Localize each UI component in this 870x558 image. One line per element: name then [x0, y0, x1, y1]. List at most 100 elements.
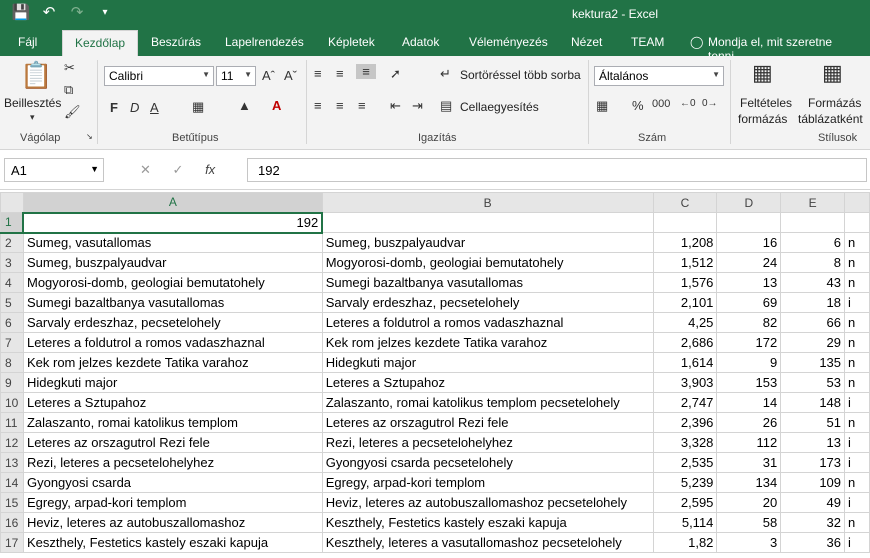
cell-e[interactable]: 6 [780, 232, 846, 253]
formula-input[interactable]: 192 [247, 158, 867, 182]
cell-a[interactable]: Heviz, leteres az autobuszallomashoz [22, 512, 323, 533]
cell-b[interactable]: Heviz, leteres az autobuszallomashoz pec… [321, 492, 654, 513]
cell-a[interactable]: Keszthely, Festetics kastely eszaki kapu… [22, 532, 323, 553]
cell-a[interactable]: Egregy, arpad-kori templom [22, 492, 323, 513]
conditional-formatting-label-1[interactable]: Feltételes [740, 96, 792, 110]
tab-data[interactable]: Adatok [402, 35, 439, 49]
cell-a[interactable]: Leteres a foldutrol a romos vadaszhaznal [22, 332, 323, 353]
cell-b[interactable]: Gyongyosi csarda pecsetelohely [321, 452, 654, 473]
cell-e[interactable]: 109 [780, 472, 846, 493]
cell-c[interactable] [652, 212, 718, 233]
cell-e[interactable]: 51 [780, 412, 846, 433]
row-header[interactable]: 9 [0, 372, 24, 393]
cell-f[interactable]: i [844, 452, 870, 473]
cell-f[interactable]: n [844, 352, 870, 373]
column-header-e[interactable]: E [780, 192, 846, 213]
cell-c[interactable]: 3,328 [652, 432, 718, 453]
cell-d[interactable]: 112 [716, 432, 782, 453]
cell-a[interactable]: Sumeg, vasutallomas [22, 232, 323, 253]
cell-c[interactable]: 2,101 [652, 292, 718, 313]
cut-icon[interactable]: ✂ [64, 60, 75, 76]
italic-button[interactable]: D [130, 100, 139, 115]
cell-d[interactable]: 9 [716, 352, 782, 373]
cell-b[interactable]: Hidegkuti major [321, 352, 654, 373]
cell-c[interactable]: 5,114 [652, 512, 718, 533]
borders-icon[interactable]: ▦ [192, 99, 204, 115]
format-as-table-label-2[interactable]: táblázatként [798, 112, 863, 126]
cell-f[interactable]: n [844, 512, 870, 533]
format-painter-icon[interactable]: 🖌 [64, 104, 81, 120]
row-header[interactable]: 16 [0, 512, 24, 533]
cell-a[interactable]: Sumegi bazaltbanya vasutallomas [22, 292, 323, 313]
cell-a[interactable]: Zalaszanto, romai katolikus templom [22, 412, 323, 433]
cell-c[interactable]: 4,25 [652, 312, 718, 333]
percent-icon[interactable]: % [632, 98, 644, 113]
font-size-select[interactable]: 11 ▼ [216, 66, 256, 86]
cell-c[interactable]: 1,576 [652, 272, 718, 293]
decrease-indent-icon[interactable]: ⇤ [390, 98, 401, 114]
cell-f[interactable]: n [844, 272, 870, 293]
cell-b[interactable]: Leteres az orszagutrol Rezi fele [321, 412, 654, 433]
cell-f[interactable]: n [844, 372, 870, 393]
format-as-table-icon[interactable]: ▦ [822, 60, 843, 86]
cell-b[interactable]: Sumegi bazaltbanya vasutallomas [321, 272, 654, 293]
row-header[interactable]: 4 [0, 272, 24, 293]
conditional-formatting-label-2[interactable]: formázás [738, 112, 787, 126]
copy-icon[interactable]: ⧉ [64, 82, 73, 98]
comma-style-icon[interactable]: 000 [652, 98, 670, 110]
cell-a[interactable]: Sumeg, buszpalyaudvar [22, 252, 323, 273]
cell-d[interactable]: 24 [716, 252, 782, 273]
cell-a[interactable]: 192 [22, 211, 324, 234]
cell-d[interactable]: 31 [716, 452, 782, 473]
tab-formulas[interactable]: Képletek [328, 35, 375, 49]
cell-f[interactable]: n [844, 232, 870, 253]
cell-f[interactable]: i [844, 392, 870, 413]
cell-e[interactable]: 32 [780, 512, 846, 533]
font-name-select[interactable]: Calibri ▼ [104, 66, 214, 86]
tab-home[interactable]: Kezdőlap [62, 30, 139, 56]
cell-c[interactable]: 3,903 [652, 372, 718, 393]
row-header[interactable]: 8 [0, 352, 24, 373]
row-header[interactable]: 3 [0, 252, 24, 273]
cell-b[interactable]: Keszthely, Festetics kastely eszaki kapu… [321, 512, 654, 533]
cell-e[interactable]: 173 [780, 452, 846, 473]
cell-d[interactable]: 58 [716, 512, 782, 533]
cell-f[interactable]: i [844, 432, 870, 453]
cell-e[interactable]: 135 [780, 352, 846, 373]
cancel-icon[interactable]: ✕ [140, 162, 151, 177]
cell-c[interactable]: 5,239 [652, 472, 718, 493]
fill-color-icon[interactable]: ▲ [238, 98, 251, 113]
cell-e[interactable]: 43 [780, 272, 846, 293]
cell-d[interactable]: 20 [716, 492, 782, 513]
format-as-table-label-1[interactable]: Formázás [808, 96, 861, 110]
align-center-icon[interactable]: ≡ [336, 98, 344, 113]
cell-d[interactable]: 14 [716, 392, 782, 413]
cell-f[interactable]: n [844, 332, 870, 353]
cell-a[interactable]: Hidegkuti major [22, 372, 323, 393]
cell-d[interactable]: 134 [716, 472, 782, 493]
cell-b[interactable]: Kek rom jelzes kezdete Tatika varahoz [321, 332, 654, 353]
increase-decimal-icon[interactable]: ←0 [680, 98, 696, 109]
cell-d[interactable]: 69 [716, 292, 782, 313]
cell-c[interactable]: 2,396 [652, 412, 718, 433]
orientation-icon[interactable]: ➚ [390, 66, 401, 82]
cell-d[interactable]: 82 [716, 312, 782, 333]
column-header-a[interactable]: A [22, 192, 323, 214]
cell-c[interactable]: 2,747 [652, 392, 718, 413]
align-top-icon[interactable]: ≡ [314, 66, 322, 81]
cell-e[interactable]: 29 [780, 332, 846, 353]
dialog-launcher-icon[interactable]: ↘ [86, 132, 93, 141]
align-middle-icon[interactable]: ≡ [336, 66, 344, 81]
column-header-d[interactable]: D [716, 192, 782, 213]
align-bottom-icon[interactable]: ≡ [356, 64, 376, 79]
cell-a[interactable]: Sarvaly erdeszhaz, pecsetelohely [22, 312, 323, 333]
cell-a[interactable]: Kek rom jelzes kezdete Tatika varahoz [22, 352, 323, 373]
row-header[interactable]: 1 [0, 212, 24, 234]
number-format-select[interactable]: Általános ▼ [594, 66, 724, 86]
row-header[interactable]: 7 [0, 332, 24, 353]
cell-b[interactable]: Egregy, arpad-kori templom [321, 472, 654, 493]
cell-c[interactable]: 1,208 [652, 232, 718, 253]
select-all-corner[interactable] [0, 192, 24, 213]
align-right-icon[interactable]: ≡ [358, 98, 366, 113]
cell-a[interactable]: Mogyorosi-domb, geologiai bemutatohely [22, 272, 323, 293]
